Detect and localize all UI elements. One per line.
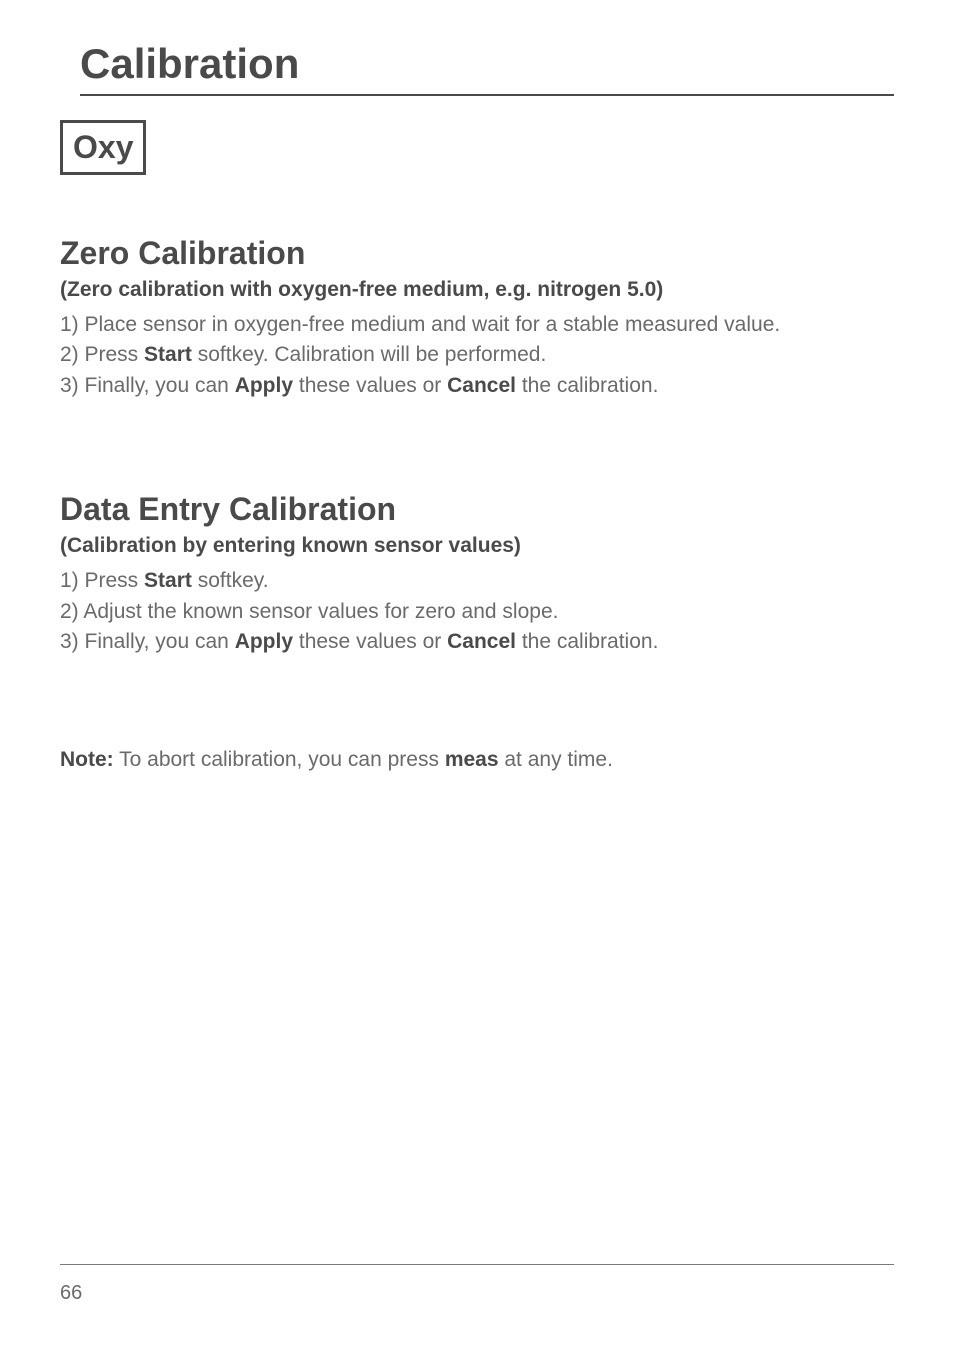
- zero-step-1: 1) Place sensor in oxygen-free medium an…: [60, 310, 894, 340]
- note-block: Note: To abort calibration, you can pres…: [60, 748, 894, 772]
- data-entry-subheading: (Calibration by entering known sensor va…: [60, 534, 894, 558]
- note-meas: meas: [445, 748, 499, 771]
- zero-step-2-start: Start: [144, 343, 192, 366]
- zero-step-3-cancel: Cancel: [447, 374, 516, 397]
- note-text-a: To abort calibration, you can press: [114, 748, 445, 771]
- zero-calibration-heading: Zero Calibration: [60, 235, 894, 272]
- data-step-2: 2) Adjust the known sensor values for ze…: [60, 597, 894, 627]
- data-step-3-text-c: these values or: [293, 630, 447, 653]
- data-step-3-text-e: the calibration.: [516, 630, 658, 653]
- data-entry-calibration-section: Data Entry Calibration (Calibration by e…: [60, 491, 894, 657]
- zero-step-2-text-a: 2) Press: [60, 343, 144, 366]
- page-title: Calibration: [80, 40, 894, 96]
- data-step-1-text-c: softkey.: [192, 569, 269, 592]
- data-entry-heading: Data Entry Calibration: [60, 491, 894, 528]
- zero-calibration-section: Zero Calibration (Zero calibration with …: [60, 235, 894, 401]
- zero-step-2: 2) Press Start softkey. Calibration will…: [60, 340, 894, 370]
- data-step-1: 1) Press Start softkey.: [60, 566, 894, 596]
- footer-rule: [60, 1264, 894, 1265]
- page-number: 66: [60, 1282, 82, 1305]
- zero-step-3-text-c: these values or: [293, 374, 447, 397]
- data-step-3: 3) Finally, you can Apply these values o…: [60, 627, 894, 657]
- data-step-1-start: Start: [144, 569, 192, 592]
- data-step-3-apply: Apply: [235, 630, 293, 653]
- data-step-3-cancel: Cancel: [447, 630, 516, 653]
- oxy-badge: Oxy: [60, 120, 146, 175]
- note-label: Note:: [60, 748, 114, 771]
- zero-step-3-text-e: the calibration.: [516, 374, 658, 397]
- data-step-3-text-a: 3) Finally, you can: [60, 630, 235, 653]
- data-step-1-text-a: 1) Press: [60, 569, 144, 592]
- zero-step-2-text-c: softkey. Calibration will be performed.: [192, 343, 546, 366]
- zero-step-3: 3) Finally, you can Apply these values o…: [60, 371, 894, 401]
- zero-step-3-text-a: 3) Finally, you can: [60, 374, 235, 397]
- zero-calibration-subheading: (Zero calibration with oxygen-free mediu…: [60, 278, 894, 302]
- note-text-c: at any time.: [499, 748, 613, 771]
- zero-step-3-apply: Apply: [235, 374, 293, 397]
